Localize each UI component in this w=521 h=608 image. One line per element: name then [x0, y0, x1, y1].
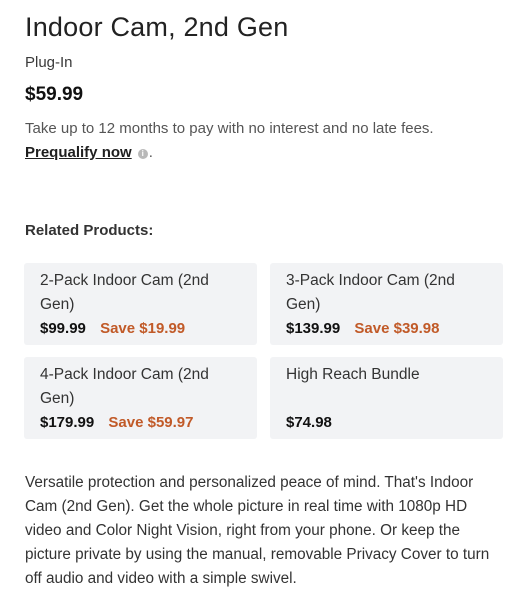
related-product-name: 4-Pack Indoor Cam (2nd Gen)	[40, 366, 209, 407]
product-price: $59.99	[25, 84, 84, 105]
related-product-card-high-reach-bundle[interactable]: High Reach Bundle $74.98	[270, 357, 503, 439]
related-product-name: High Reach Bundle	[286, 366, 420, 383]
related-product-name: 3-Pack Indoor Cam (2nd Gen)	[286, 272, 455, 313]
related-product-price: $179.99	[40, 414, 95, 431]
related-products-heading: Related Products:	[25, 222, 154, 239]
product-title: Indoor Cam, 2nd Gen	[25, 12, 289, 42]
related-product-price: $99.99	[40, 320, 86, 337]
related-product-price: $139.99	[286, 320, 341, 337]
related-products-grid: 2-Pack Indoor Cam (2nd Gen) $99.99 Save …	[24, 263, 504, 439]
related-product-savings: Save $19.99	[100, 320, 186, 337]
related-product-card-4-pack[interactable]: 4-Pack Indoor Cam (2nd Gen) $179.99 Save…	[24, 357, 257, 439]
product-description: Versatile protection and personalized pe…	[25, 474, 490, 587]
related-product-name: 2-Pack Indoor Cam (2nd Gen)	[40, 272, 209, 313]
related-product-price: $74.98	[286, 414, 332, 431]
financing-period: .	[148, 144, 153, 161]
prequalify-link[interactable]: Prequalify now	[25, 144, 132, 161]
related-product-savings: Save $39.98	[354, 320, 440, 337]
related-product-card-2-pack[interactable]: 2-Pack Indoor Cam (2nd Gen) $99.99 Save …	[24, 263, 257, 345]
info-icon[interactable]: i	[137, 149, 148, 159]
product-variant: Plug-In	[25, 54, 73, 71]
financing-message: Take up to 12 months to pay with no inte…	[25, 117, 505, 165]
related-product-card-3-pack[interactable]: 3-Pack Indoor Cam (2nd Gen) $139.99 Save…	[270, 263, 503, 345]
financing-text: Take up to 12 months to pay with no inte…	[25, 120, 434, 137]
related-product-savings: Save $59.97	[108, 414, 194, 431]
